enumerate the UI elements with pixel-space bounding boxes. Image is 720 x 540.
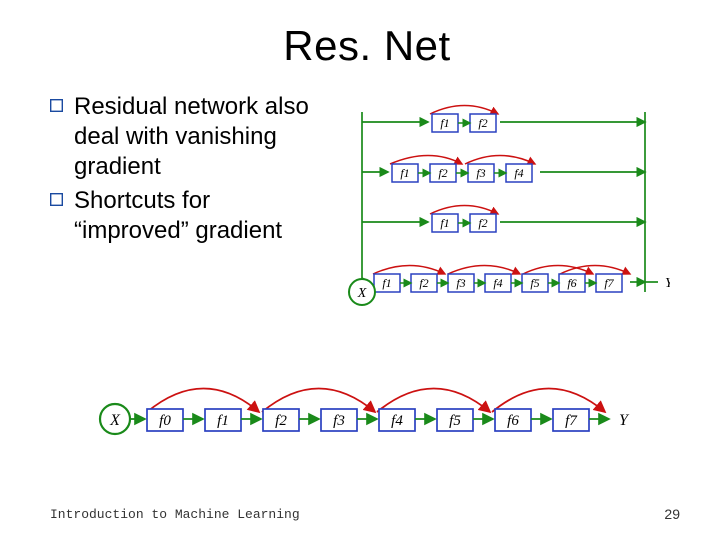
svg-text:f5: f5 [530,276,539,290]
resnet-chain-diagram: X f0 f1 f2 f3 f4 f5 [87,357,647,447]
bullet-list: Residual network also deal with vanishin… [50,92,330,322]
svg-text:f1: f1 [440,216,449,230]
footer-text: Introduction to Machine Learning [50,507,300,522]
svg-text:Y: Y [619,412,630,429]
svg-text:f1: f1 [382,276,391,290]
svg-text:f1: f1 [217,413,229,429]
svg-text:f4: f4 [493,276,502,290]
top-diagram: f1 f2 f1 f2 f3 f4 [340,92,684,322]
svg-text:f7: f7 [604,276,614,290]
page-number: 29 [664,506,680,522]
svg-text:f2: f2 [275,413,287,429]
svg-text:f7: f7 [565,413,578,429]
svg-text:f2: f2 [419,276,428,290]
resnet-stack-diagram: f1 f2 f1 f2 f3 f4 [340,92,670,317]
slide-title: Res. Net [50,22,684,70]
svg-text:f4: f4 [391,413,403,429]
bullet-text: Residual network also deal with vanishin… [74,92,330,182]
bullet-item: Residual network also deal with vanishin… [50,92,330,182]
svg-text:f3: f3 [476,166,485,180]
bullet-text: Shortcuts for “improved” gradient [74,186,330,246]
svg-text:f2: f2 [438,166,447,180]
svg-text:f4: f4 [514,166,523,180]
svg-text:f1: f1 [400,166,409,180]
svg-text:f6: f6 [567,276,576,290]
svg-text:f3: f3 [333,413,345,429]
svg-text:f1: f1 [440,116,449,130]
svg-text:f0: f0 [159,413,171,429]
svg-text:f6: f6 [507,413,519,429]
svg-text:f5: f5 [449,413,461,429]
svg-text:f2: f2 [478,116,487,130]
bullet-item: Shortcuts for “improved” gradient [50,186,330,246]
svg-text:f2: f2 [478,216,487,230]
square-bullet-icon [50,193,68,246]
square-bullet-icon [50,99,68,182]
svg-text:Y: Y [665,276,670,291]
bottom-diagram: X f0 f1 f2 f3 f4 f5 [50,357,684,447]
svg-text:f3: f3 [456,276,465,290]
svg-text:X: X [109,412,121,429]
svg-text:X: X [357,286,367,301]
